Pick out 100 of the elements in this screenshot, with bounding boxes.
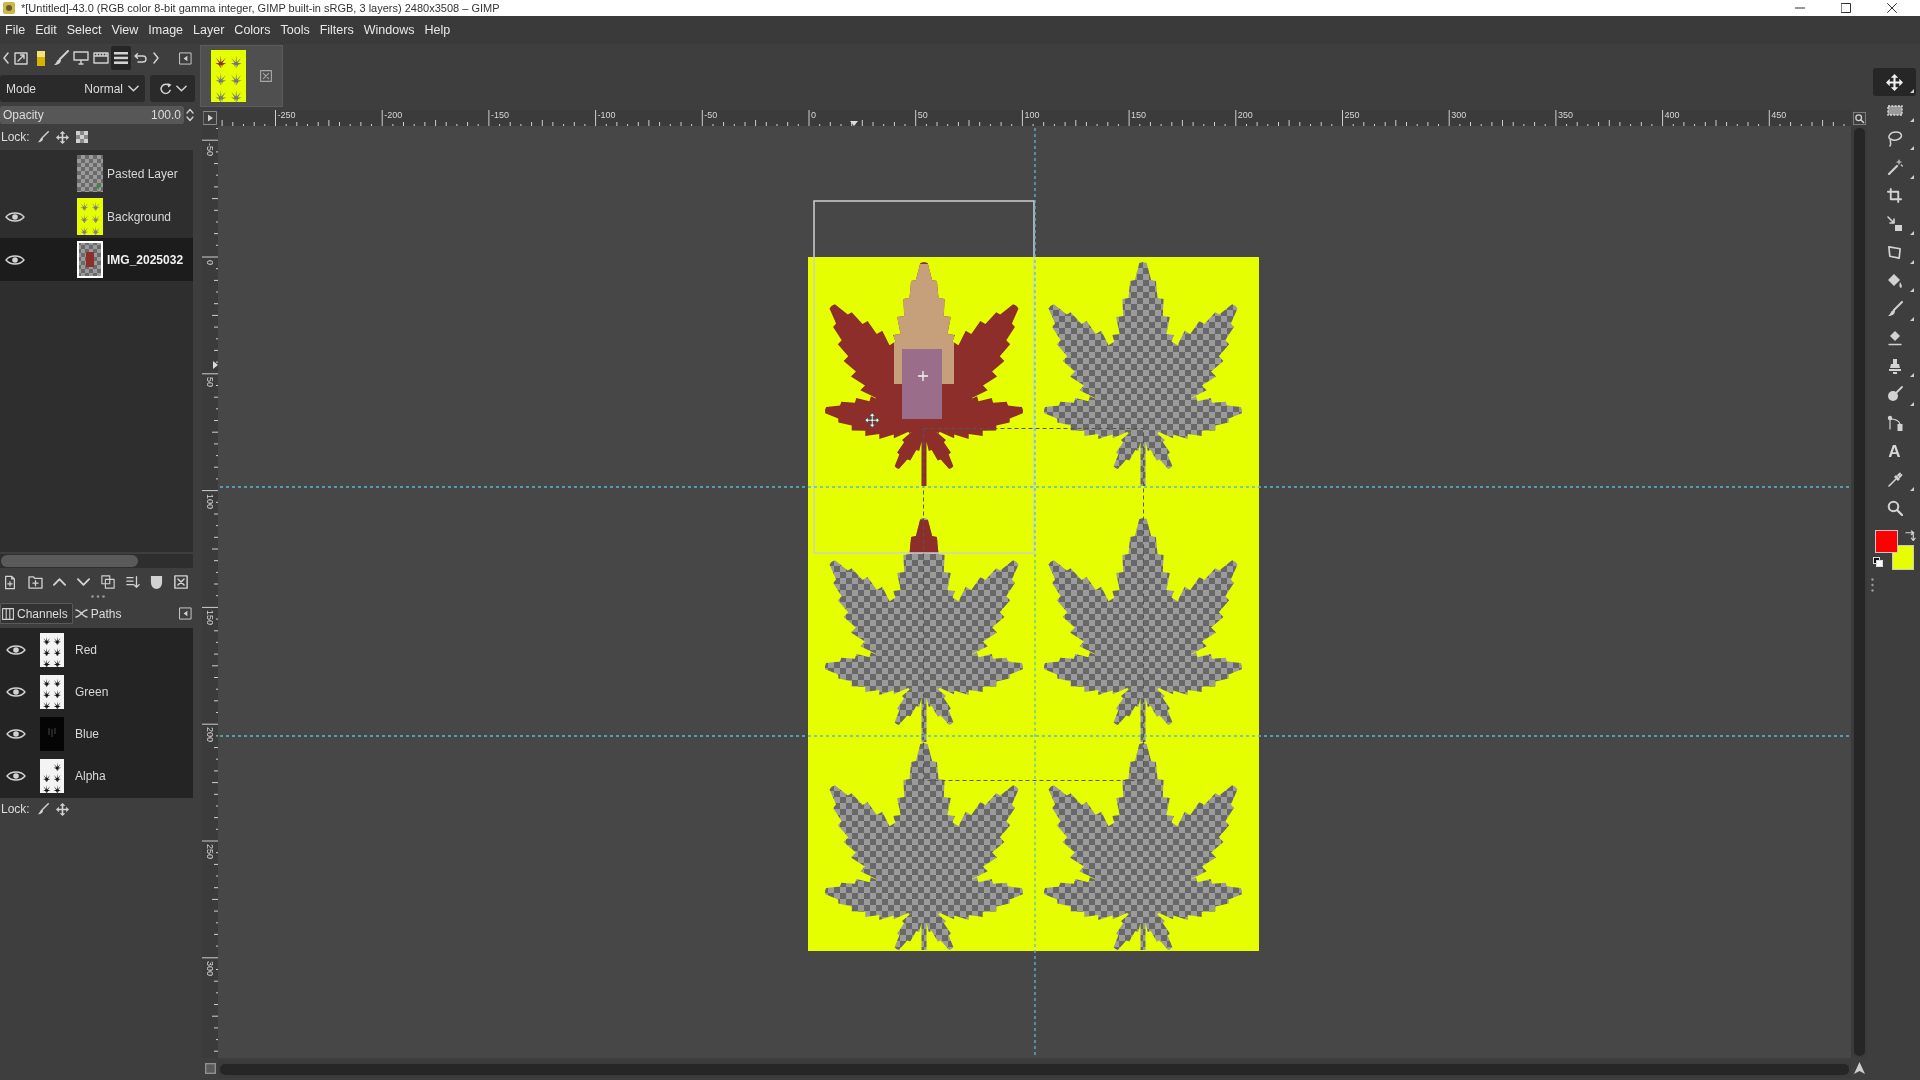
text-tool-button[interactable]: A [1873,437,1916,466]
crosshair-icon [917,370,929,382]
ruler-label: 450 [1771,110,1787,121]
layer-row[interactable]: Pasted Layer [0,152,193,195]
ruler-label: 50 [205,376,215,387]
ruler-label: 250 [1344,110,1360,121]
triangle-menu-icon[interactable] [203,111,217,125]
layer-thumbnail [77,241,103,278]
zoom-icon[interactable] [1852,111,1866,125]
menu-item[interactable]: Windows [358,23,420,37]
menu-item[interactable]: Tools [275,23,315,37]
ruler-label: -150 [490,110,509,121]
ruler-label: 200 [1237,110,1253,121]
paintbrush-icon [1886,301,1903,318]
three-columns-icon [2,607,14,620]
eye-icon[interactable] [6,728,26,740]
composite-mode-button[interactable] [150,75,195,102]
menu-item[interactable]: View [106,23,144,37]
menu-item[interactable]: Filters [314,23,359,37]
scrollbar-thumb[interactable] [1,555,138,567]
layer-row[interactable]: Background [0,195,193,238]
ruler-label: 350 [1557,110,1573,121]
menu-item[interactable]: Select [61,23,107,37]
mini-swatches-icon[interactable] [1873,557,1883,568]
cursor-arrow-icon[interactable] [1853,1062,1865,1074]
circle-handle-icon [1886,386,1903,403]
maximize-icon[interactable] [1841,3,1851,13]
menu-item[interactable]: Edit [30,23,62,37]
move-arrows-icon [1886,73,1903,91]
paintbrush-icon[interactable] [36,803,49,815]
eye-icon[interactable] [5,253,25,266]
dock-tab[interactable] [111,46,131,70]
ruler-label: -50 [704,110,718,121]
ruler-label: 0 [811,110,816,121]
panel-tab[interactable]: Paths [72,603,127,624]
mode-dropdown[interactable]: Mode Normal [0,75,145,102]
eye-icon[interactable] [6,770,26,782]
panel-menu-icon[interactable] [179,607,192,620]
ruler-label: 150 [205,610,215,626]
channel-row[interactable]: Green [0,671,193,713]
ruler-label: 400 [1664,110,1680,121]
background-swatch-icon[interactable] [1892,545,1914,571]
grip-dots-icon[interactable] [91,594,105,598]
chevron-down-icon[interactable] [77,578,91,586]
channel-name: Green [75,685,109,699]
menu-item[interactable]: Colors [229,23,276,37]
paintbrush-icon[interactable] [36,131,49,143]
chevron-down-icon [175,85,187,92]
channel-row[interactable]: Alpha [0,755,193,797]
layer-row[interactable]: IMG_2025032 [0,238,193,281]
ruler-label: 0 [205,260,215,265]
chevron-right-icon[interactable] [153,52,159,64]
dashed-rectangle-icon [1886,105,1903,117]
opacity-slider[interactable]: Opacity 100.0 [0,106,184,124]
grip-dots-icon[interactable] [1871,578,1874,593]
channel-row[interactable]: Red [0,629,193,671]
curved-arrows-icon [134,53,148,63]
zoom-icon [1886,500,1903,517]
path-nodes-icon [1886,414,1903,431]
ruler-label: -100 [597,110,616,121]
duplicate-icon[interactable] [100,575,115,589]
channel-row[interactable]: Blue [0,713,193,755]
panel-menu-icon[interactable] [179,51,192,65]
layer-name: IMG_2025032 [107,252,184,267]
image-tab[interactable] [200,45,283,107]
image-thumbnail[interactable] [211,50,246,102]
ruler-label: 50 [917,110,928,121]
ruler-label: 300 [1451,110,1467,121]
ruler-label: 250 [205,844,215,860]
horizontal-scrollbar[interactable] [0,554,193,568]
checkerboard-icon[interactable] [75,131,88,143]
menu-item[interactable]: File [0,23,31,37]
new-page-icon[interactable] [3,574,17,590]
square-outline-icon[interactable] [204,1062,216,1074]
foreground-swatch-icon[interactable] [1875,530,1898,554]
tool-button[interactable] [1873,68,1916,97]
eye-icon[interactable] [5,210,25,223]
folder-plus-icon[interactable] [27,575,43,589]
film-strip-icon [93,52,109,64]
eye-icon[interactable] [6,644,26,656]
chevron-left-icon[interactable] [3,52,9,64]
spin-arrows-icon[interactable] [186,108,194,122]
merge-lines-icon[interactable] [125,575,140,589]
close-icon[interactable] [1887,3,1897,13]
ruler-label: 200 [205,727,215,743]
swap-arrows-icon[interactable] [1905,530,1916,542]
lock-label: Lock: [1,802,30,816]
move-arrows-icon[interactable] [55,802,69,816]
eye-icon[interactable] [6,686,26,698]
menu-item[interactable]: Help [419,23,456,37]
shield-icon[interactable] [150,574,164,590]
delete-icon[interactable] [173,575,188,589]
menu-item[interactable]: Layer [188,23,230,37]
window-title: *[Untitled]-43.0 (RGB color 8-bit gamma integer, GIMP built-in sRGB, 3 layers) 2480x3508 – GIMP [21,2,501,14]
panel-tab[interactable]: Channels [0,603,73,624]
pointer-marker-icon [850,121,858,126]
move-arrows-icon[interactable] [55,130,69,144]
menu-item[interactable]: Image [143,23,189,37]
quadrilateral-icon [1887,245,1902,261]
chevron-up-icon[interactable] [53,578,67,586]
